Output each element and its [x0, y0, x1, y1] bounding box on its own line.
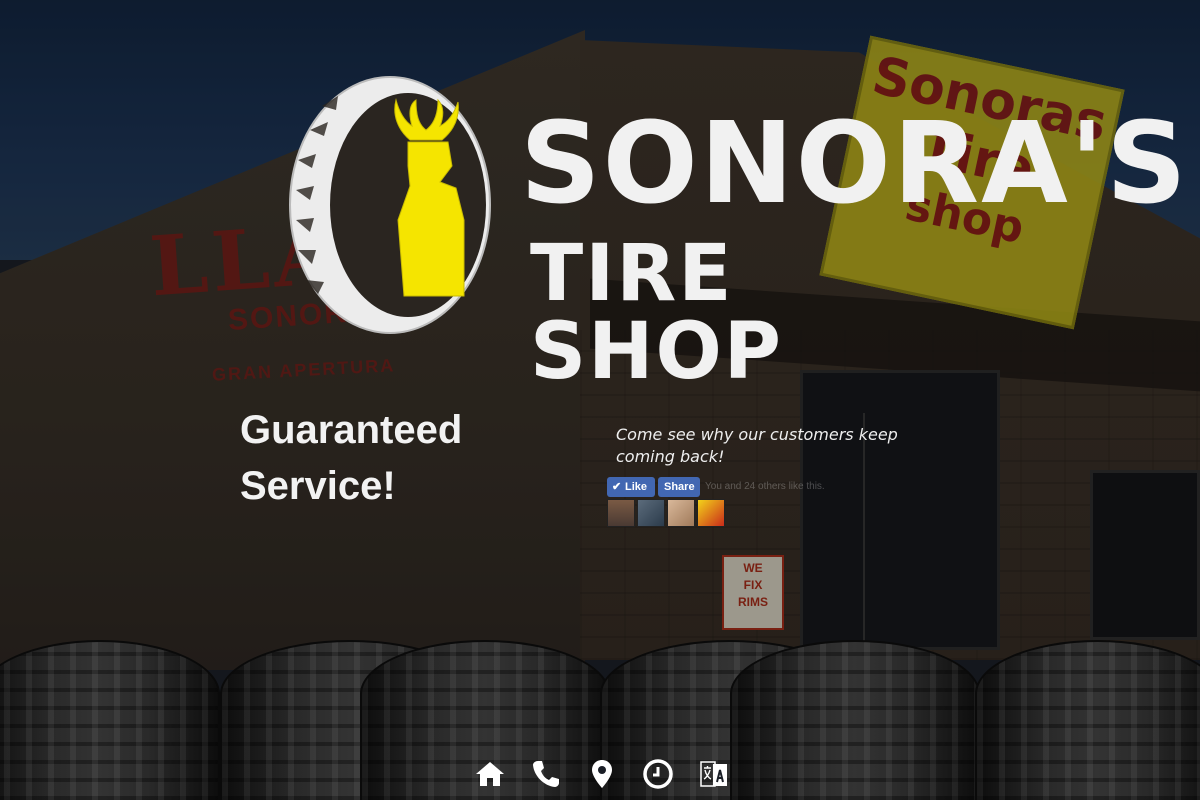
bottom-nav: [472, 756, 742, 792]
facebook-share-button[interactable]: Share: [658, 477, 700, 497]
hero-tagline: Come see why our customers keep coming b…: [616, 425, 898, 466]
clock-icon: [643, 759, 673, 789]
nav-location-button[interactable]: [584, 756, 620, 792]
tire-image: [730, 640, 980, 800]
logo-title: SONORA'S: [520, 99, 1189, 229]
facebook-like-count: You and 24 others like this.: [705, 481, 825, 492]
logo-subtitle: TIRE SHOP: [530, 229, 783, 397]
nav-language-button[interactable]: [696, 756, 732, 792]
facebook-friend-faces: [607, 499, 725, 527]
facebook-like-widget: Like Share You and 24 others like this.: [607, 477, 907, 532]
friend-avatar[interactable]: [697, 499, 725, 527]
nav-hours-button[interactable]: [640, 756, 676, 792]
tire-deer-logo-icon: [289, 76, 491, 334]
tire-image: [0, 640, 220, 800]
tire-image: [975, 640, 1200, 800]
map-pin-icon: [592, 760, 612, 788]
hero-headline: Guaranteed Service!: [240, 402, 540, 514]
friend-avatar[interactable]: [637, 499, 665, 527]
nav-home-button[interactable]: [472, 756, 508, 792]
friend-avatar[interactable]: [667, 499, 695, 527]
site-logo[interactable]: SONORA'S TIRE SHOP: [280, 70, 1187, 391]
hero-headline-line: Service!: [240, 464, 396, 508]
friend-avatar[interactable]: [607, 499, 635, 527]
nav-phone-button[interactable]: [528, 756, 564, 792]
facebook-like-button[interactable]: Like: [607, 477, 655, 497]
translate-icon: [700, 761, 727, 787]
hero-headline-line: Guaranteed: [240, 408, 463, 452]
phone-icon: [533, 761, 559, 787]
home-icon: [476, 762, 504, 786]
